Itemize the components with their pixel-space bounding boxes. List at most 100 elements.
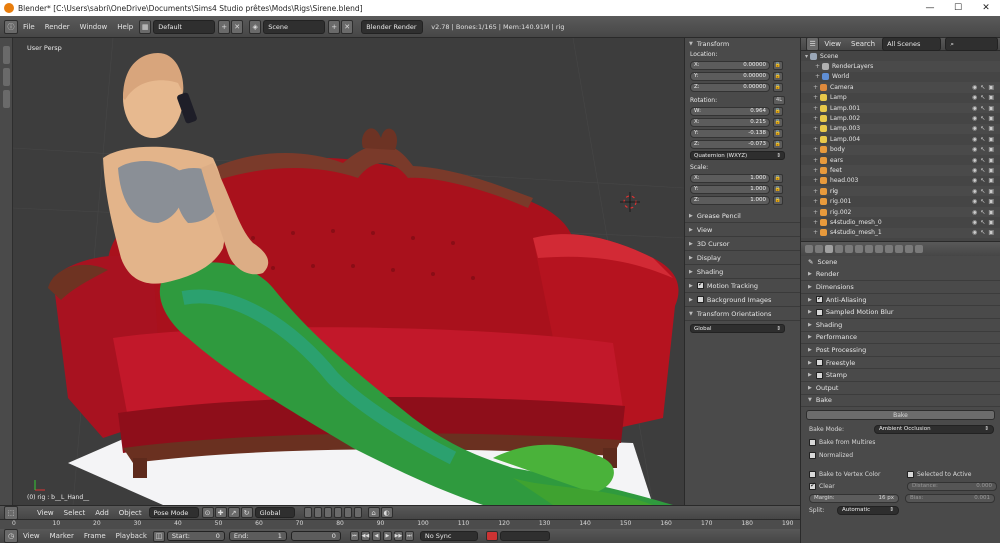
expand-icon[interactable]: + <box>813 115 818 122</box>
layer-button[interactable] <box>353 507 362 518</box>
timeline-menu-view[interactable]: View <box>18 532 45 540</box>
select-arrow-icon[interactable]: ↖ <box>980 229 985 236</box>
lock-icon[interactable]: 🔒 <box>773 173 783 183</box>
properties-section-header[interactable]: ▶ Output <box>801 382 1000 395</box>
eye-icon[interactable]: ◉ <box>972 125 977 132</box>
menu-help[interactable]: Help <box>112 23 138 31</box>
rotation-field[interactable]: W: 0.964 <box>690 106 770 116</box>
bake-button[interactable]: Bake <box>806 410 995 421</box>
outliner-row[interactable]: ▾ Scene <box>801 51 1000 61</box>
menu-render[interactable]: Render <box>40 23 75 31</box>
select-arrow-icon[interactable]: ↖ <box>980 188 985 195</box>
render-camera-icon[interactable]: ▣ <box>988 146 994 153</box>
select-arrow-icon[interactable]: ↖ <box>980 157 985 164</box>
rotation-4l-toggle[interactable]: 4L <box>773 95 785 105</box>
eye-icon[interactable]: ◉ <box>972 209 977 216</box>
section-checkbox[interactable] <box>696 280 704 289</box>
select-arrow-icon[interactable]: ↖ <box>980 125 985 132</box>
select-arrow-icon[interactable]: ↖ <box>980 167 985 174</box>
render-engine-select[interactable]: Blender Render <box>361 19 424 34</box>
properties-section-header[interactable]: ▶ Shading <box>801 319 1000 332</box>
outliner-row[interactable]: + body ◉ ↖ ▣ <box>801 144 1000 155</box>
properties-section-header[interactable]: ▼ Bake <box>801 395 1000 408</box>
select-arrow-icon[interactable]: ↖ <box>980 115 985 122</box>
play-icon[interactable]: ▶ <box>382 531 392 541</box>
render-camera-icon[interactable]: ▣ <box>988 198 994 205</box>
pin-icon[interactable]: ✎ <box>808 258 813 266</box>
eye-icon[interactable]: ◉ <box>972 188 977 195</box>
outliner-row[interactable]: + Lamp.003 ◉ ↖ ▣ <box>801 123 1000 135</box>
render-camera-icon[interactable]: ▣ <box>988 229 994 236</box>
world-tab-icon[interactable] <box>835 245 843 253</box>
keying-set-field[interactable] <box>499 531 550 541</box>
outliner-row[interactable]: + head.003 ◉ ↖ ▣ <box>801 176 1000 186</box>
select-arrow-icon[interactable]: ↖ <box>980 177 985 184</box>
eye-icon[interactable]: ◉ <box>972 146 977 153</box>
screen-layout-icon[interactable]: ▦ <box>139 19 152 34</box>
properties-section-header[interactable]: ▶ Stamp <box>801 369 1000 382</box>
render-tab-icon[interactable] <box>805 245 813 253</box>
expand-icon[interactable]: + <box>813 136 818 143</box>
viewport-menu-view[interactable]: View <box>32 509 59 517</box>
layer-button[interactable] <box>343 507 352 518</box>
tool-shelf-tab[interactable] <box>3 90 10 108</box>
render-camera-icon[interactable]: ▣ <box>988 136 994 143</box>
render-camera-icon[interactable]: ▣ <box>988 167 994 174</box>
expand-icon[interactable]: ▾ <box>805 53 808 60</box>
section-checkbox[interactable] <box>815 359 823 367</box>
interaction-mode-select[interactable]: Pose Mode <box>148 507 199 518</box>
eye-icon[interactable]: ◉ <box>972 219 977 226</box>
timeline-menu-playback[interactable]: Playback <box>111 532 152 540</box>
outliner-menu-search[interactable]: Search <box>846 40 880 48</box>
expand-icon[interactable]: + <box>813 209 818 216</box>
render-camera-icon[interactable]: ▣ <box>988 115 994 122</box>
render-camera-icon[interactable]: ▣ <box>988 157 994 164</box>
snap-icon[interactable]: ⌂ <box>367 507 380 518</box>
viewport-menu-object[interactable]: Object <box>114 509 147 517</box>
data-tab-icon[interactable] <box>875 245 883 253</box>
bake-from-multires-checkbox[interactable] <box>809 438 816 446</box>
timeline-editor-icon[interactable]: ◷ <box>4 529 18 543</box>
timeline-menu-marker[interactable]: Marker <box>45 532 79 540</box>
npanel-section-header[interactable]: ▼ Transform Orientations <box>685 308 800 319</box>
editor-type-icon[interactable]: ⓘ <box>4 19 18 34</box>
outliner-row[interactable]: + Lamp.001 ◉ ↖ ▣ <box>801 102 1000 114</box>
selected-to-active-checkbox[interactable] <box>907 470 914 478</box>
start-frame-field[interactable]: Start: 0 <box>166 531 225 541</box>
layer-button[interactable] <box>323 507 332 518</box>
viewport-menu-select[interactable]: Select <box>59 509 91 517</box>
expand-icon[interactable]: + <box>813 94 818 101</box>
eye-icon[interactable]: ◉ <box>972 198 977 205</box>
location-field[interactable]: Z: 0.00000 <box>690 82 770 92</box>
tool-shelf-tab[interactable] <box>3 68 10 86</box>
properties-section-header[interactable]: ▶ Dimensions <box>801 281 1000 294</box>
expand-icon[interactable]: + <box>813 198 818 205</box>
select-arrow-icon[interactable]: ↖ <box>980 219 985 226</box>
properties-section-header[interactable]: ▶ Render <box>801 269 1000 282</box>
remove-screen-button[interactable]: ✕ <box>231 19 244 34</box>
add-screen-button[interactable]: + <box>218 19 231 34</box>
split-select[interactable]: Automatic ⇕ <box>837 505 899 515</box>
eye-icon[interactable]: ◉ <box>972 115 977 122</box>
timeline-ruler[interactable]: 0 10 20 30 40 50 60 70 80 90 100 110 120 130 140 150 160… <box>0 519 800 529</box>
eye-icon[interactable]: ◉ <box>972 94 977 101</box>
select-arrow-icon[interactable]: ↖ <box>980 84 985 91</box>
3d-viewport[interactable]: User Persp (0) rig : b__L_Hand__ <box>13 38 684 505</box>
bias-field[interactable]: Bias: 0.001 <box>905 493 995 503</box>
sync-mode-select[interactable]: No Sync <box>419 531 478 541</box>
expand-icon[interactable]: + <box>813 188 818 195</box>
rotation-mode-select[interactable]: Quaternion (WXYZ) ⇕ <box>690 151 785 160</box>
expand-icon[interactable]: + <box>813 157 818 164</box>
outliner-row[interactable]: + rig ◉ ↖ ▣ <box>801 186 1000 197</box>
outliner-editor-icon[interactable]: ☰ <box>806 37 820 51</box>
properties-section-header[interactable]: ▶ Sampled Motion Blur <box>801 306 1000 319</box>
lock-icon[interactable]: 🔒 <box>773 82 783 92</box>
rotation-field[interactable]: Y: -0.138 <box>690 128 770 138</box>
rotation-field[interactable]: Z: -0.073 <box>690 139 770 149</box>
preview-range-icon[interactable]: ◫ <box>152 530 165 542</box>
render-camera-icon[interactable]: ▣ <box>988 84 994 91</box>
clear-checkbox[interactable] <box>809 481 816 490</box>
render-preview-icon[interactable]: ◐ <box>380 507 393 518</box>
transform-panel-header[interactable]: ▼ Transform <box>685 38 800 49</box>
jump-end-icon[interactable]: ⏭ <box>404 531 414 541</box>
